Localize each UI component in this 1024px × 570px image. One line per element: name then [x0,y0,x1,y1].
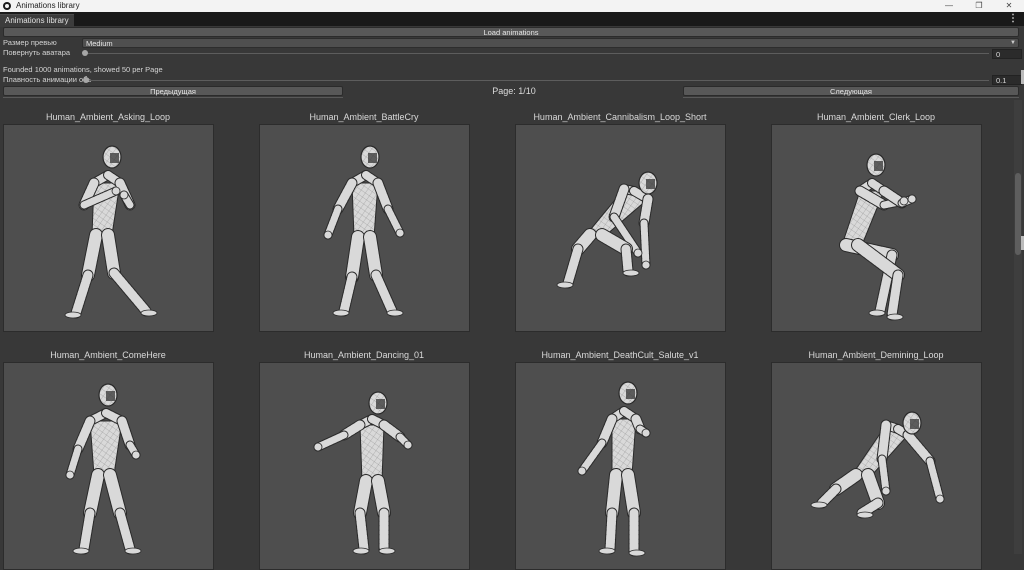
animation-title: Human_Ambient_Clerk_Loop [816,112,936,122]
animation-preview[interactable] [771,124,982,332]
close-button[interactable]: ✕ [994,0,1024,12]
preview-size-value: Medium [86,39,113,48]
character-model-icon [64,145,158,319]
tab-strip: Animations library ⋮ [0,12,1024,27]
animation-preview[interactable] [515,124,726,332]
vertical-scrollbar[interactable] [1014,100,1022,554]
character-model-icon [556,171,658,289]
animation-preview[interactable] [3,124,214,332]
animation-title: Human_Ambient_Dancing_01 [303,350,425,360]
rotate-avatar-slider-handle[interactable] [82,50,88,56]
animation-title: Human_Ambient_Demining_Loop [808,350,944,360]
page-indicator: Page: 1/10 [492,86,536,96]
smoothness-field[interactable]: 0.1 [992,75,1022,85]
rotate-avatar-slider[interactable] [84,53,989,54]
preview-size-dropdown[interactable]: Medium ▼ [82,38,1019,48]
animation-preview[interactable] [259,362,470,570]
character-model-icon [65,383,142,555]
rotate-avatar-label: Повернуть аватара [3,48,71,57]
minimize-button[interactable]: — [934,0,964,12]
character-model-icon [810,411,945,519]
animation-preview[interactable] [771,362,982,570]
animation-title: Human_Ambient_Asking_Loop [45,112,171,122]
window-titlebar: Animations library — ❐ ✕ [0,0,1024,12]
summary-text: Founded 1000 animations, showed 50 per P… [3,65,163,74]
animation-title: Human_Ambient_DeathCult_Salute_v1 [541,350,699,360]
animation-preview[interactable] [515,362,726,570]
animation-title: Human_Ambient_BattleCry [309,112,419,122]
more-options-icon[interactable]: ⋮ [1008,13,1018,25]
animation-title: Human_Ambient_ComeHere [50,350,166,360]
divider [683,97,1019,98]
character-model-icon [839,153,917,321]
rotate-avatar-field[interactable]: 0 [992,49,1022,59]
next-page-button[interactable]: Следующая [683,86,1019,96]
preview-size-label: Размер превью [3,38,57,47]
character-model-icon [577,381,651,557]
tab-animations-library[interactable]: Animations library [0,14,74,27]
character-model-icon [323,145,405,317]
smoothness-slider-handle[interactable] [83,77,89,83]
animation-preview[interactable] [259,124,470,332]
window-title: Animations library [16,1,80,10]
app-icon [3,2,11,10]
dropdown-arrow-icon: ▼ [1010,40,1016,46]
animation-preview[interactable] [3,362,214,570]
load-animations-button[interactable]: Load animations [3,27,1019,37]
animation-title: Human_Ambient_Cannibalism_Loop_Short [533,112,707,122]
maximize-button[interactable]: ❐ [964,0,994,12]
smoothness-label: Плавность анимации обь [3,75,92,84]
previous-page-button[interactable]: Предыдущая [3,86,343,96]
divider [3,97,343,98]
character-model-icon [313,391,413,555]
smoothness-slider[interactable] [86,80,989,81]
